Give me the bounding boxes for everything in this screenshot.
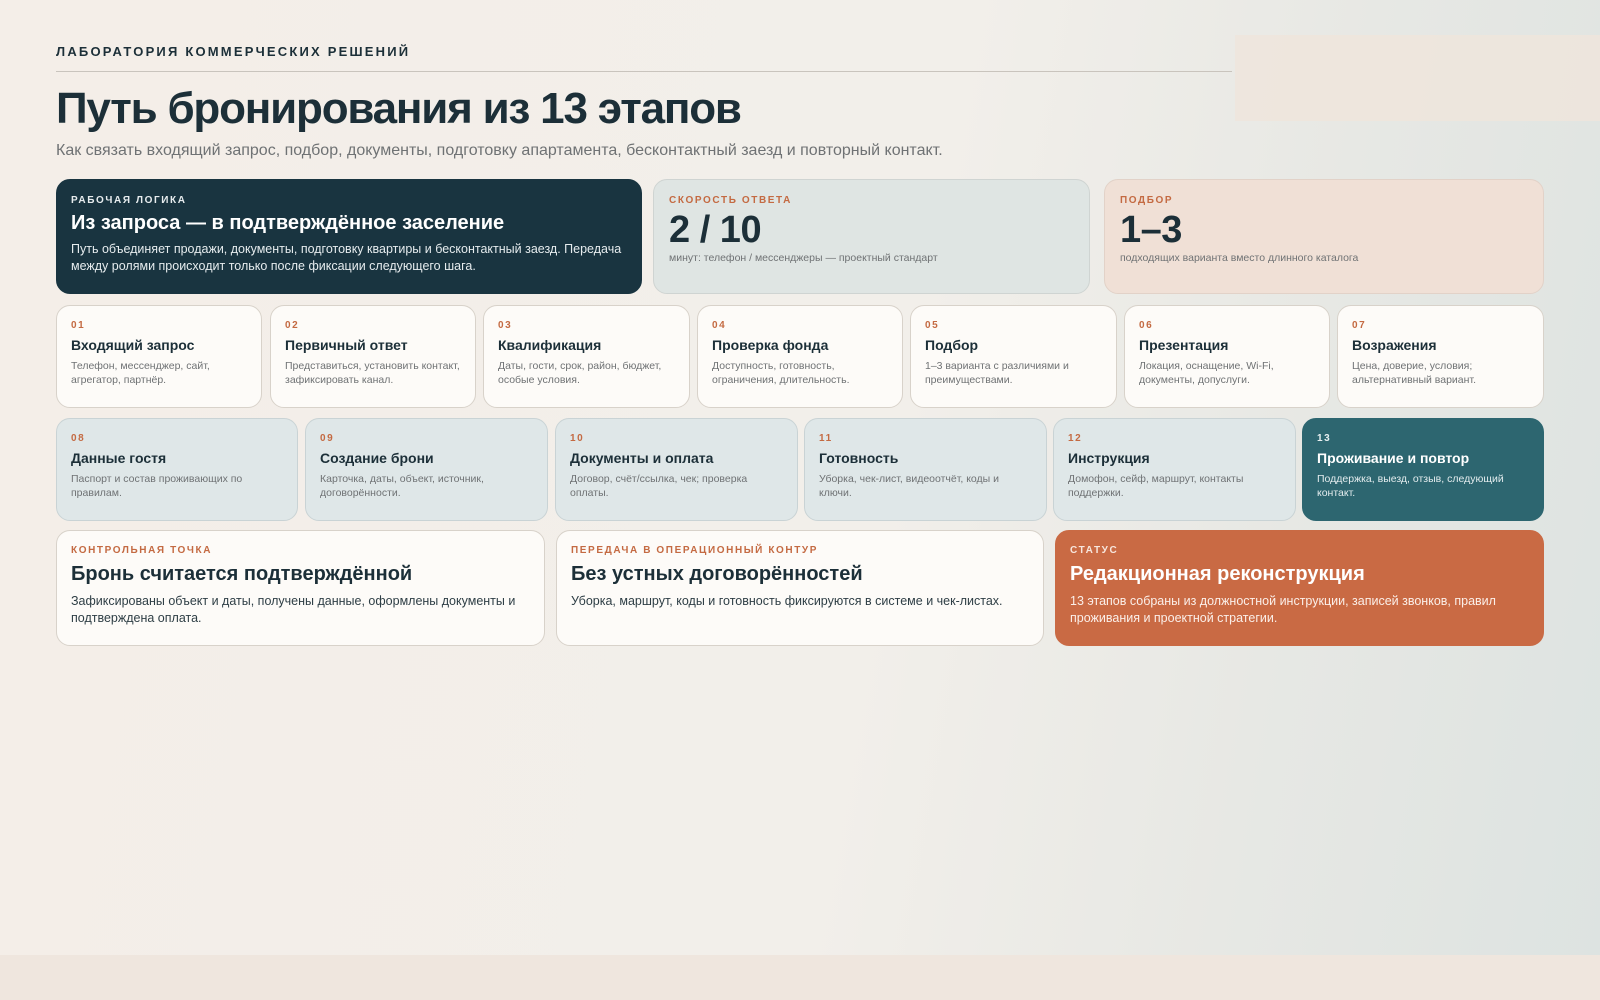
step-title: Первичный ответ	[285, 337, 408, 353]
handover-text: Уборка, маршрут, коды и готовность фикси…	[571, 594, 1003, 608]
step-text: Поддержка, выезд, отзыв, следующий конта…	[1317, 473, 1504, 499]
step-title: Документы и оплата	[570, 450, 714, 466]
step-title: Проверка фонда	[712, 337, 829, 353]
step-number: 11	[819, 433, 833, 444]
stat-caption: минут: телефон / мессенджеры — проектный…	[669, 252, 938, 264]
step-text: Представиться, установить контакт, зафик…	[285, 360, 460, 386]
step-number: 12	[1068, 433, 1083, 444]
step-text: Карточка, даты, объект, источник, догово…	[320, 473, 484, 499]
checkpoint-heading: Бронь считается подтверждённой	[71, 563, 413, 585]
step-title: Данные гостя	[71, 450, 167, 466]
stat-value: 2 / 10	[669, 209, 762, 251]
step-card: 05 Подбор 1–3 варианта с различиями и пр…	[910, 305, 1117, 408]
step-text: 1–3 варианта с различиями и преимущества…	[925, 360, 1069, 386]
checkpoint-text: Зафиксированы объект и даты, получены да…	[71, 594, 516, 625]
step-card: 02 Первичный ответ Представиться, устано…	[270, 305, 476, 408]
step-card: 09 Создание брони Карточка, даты, объект…	[305, 418, 548, 521]
step-card: 03 Квалификация Даты, гости, срок, район…	[483, 305, 690, 408]
stat-caption: подходящих варианта вместо длинного ката…	[1120, 252, 1359, 264]
page-title: Путь бронирования из 13 этапов	[56, 84, 742, 133]
stat-value: 1–3	[1120, 209, 1182, 251]
checkpoint-label: КОНТРОЛЬНАЯ ТОЧКА	[71, 545, 213, 556]
step-title: Подбор	[925, 337, 979, 353]
handover-card: ПЕРЕДАЧА В ОПЕРАЦИОННЫЙ КОНТУР Без устны…	[556, 530, 1044, 646]
status-card: СТАТУС Редакционная реконструкция 13 эта…	[1055, 530, 1544, 646]
step-number: 01	[71, 320, 86, 331]
step-number: 13	[1317, 433, 1332, 444]
step-title: Входящий запрос	[71, 337, 195, 353]
step-text: Доступность, готовность, ограничения, дл…	[712, 360, 850, 386]
step-text: Паспорт и состав проживающих по правилам…	[71, 473, 243, 499]
step-card: 08 Данные гостя Паспорт и состав прожива…	[56, 418, 298, 521]
step-card: 12 Инструкция Домофон, сейф, маршрут, ко…	[1053, 418, 1296, 521]
step-number: 04	[712, 320, 727, 331]
status-label: СТАТУС	[1070, 545, 1119, 556]
handover-heading: Без устных договорённостей	[571, 563, 863, 585]
step-title: Презентация	[1139, 337, 1229, 353]
slide: ЛАБОРАТОРИЯ КОММЕРЧЕСКИХ РЕШЕНИЙ Путь бр…	[56, 0, 1544, 955]
step-title: Возражения	[1352, 337, 1437, 353]
step-text: Домофон, сейф, маршрут, контакты поддерж…	[1068, 473, 1244, 499]
bottom-band	[0, 955, 1600, 1000]
step-title: Создание брони	[320, 450, 434, 466]
step-text: Цена, доверие, условия; альтернативный в…	[1352, 360, 1476, 386]
hero-text: Путь объединяет продажи, документы, подг…	[71, 242, 622, 273]
status-text: 13 этапов собраны из должностной инструк…	[1070, 594, 1496, 625]
step-card: 11 Готовность Уборка, чек-лист, видеоотч…	[804, 418, 1047, 521]
stat-label: ПОДБОР	[1120, 195, 1174, 206]
step-number: 06	[1139, 320, 1154, 331]
status-heading: Редакционная реконструкция	[1070, 563, 1365, 585]
handover-label: ПЕРЕДАЧА В ОПЕРАЦИОННЫЙ КОНТУР	[571, 545, 819, 556]
step-text: Телефон, мессенджер, сайт, агрегатор, па…	[71, 360, 210, 386]
checkpoint-card: КОНТРОЛЬНАЯ ТОЧКА Бронь считается подтве…	[56, 530, 545, 646]
stat-label: СКОРОСТЬ ОТВЕТА	[669, 195, 792, 206]
step-card: 04 Проверка фонда Доступность, готовност…	[697, 305, 903, 408]
step-number: 05	[925, 320, 940, 331]
step-card: 01 Входящий запрос Телефон, мессенджер, …	[56, 305, 262, 408]
step-number: 03	[498, 320, 513, 331]
step-text: Договор, счёт/ссылка, чек; проверка опла…	[570, 473, 748, 499]
eyebrow: ЛАБОРАТОРИЯ КОММЕРЧЕСКИХ РЕШЕНИЙ	[56, 44, 411, 59]
step-title: Инструкция	[1068, 450, 1150, 466]
stat-card-response: СКОРОСТЬ ОТВЕТА 2 / 10 минут: телефон / …	[653, 179, 1090, 294]
hero-card: РАБОЧАЯ ЛОГИКА Из запроса — в подтверждё…	[56, 179, 642, 294]
step-text: Локация, оснащение, Wi-Fi, документы, до…	[1139, 360, 1274, 386]
step-title: Квалификация	[498, 337, 602, 353]
step-number: 09	[320, 433, 335, 444]
step-card: 07 Возражения Цена, доверие, условия; ал…	[1337, 305, 1544, 408]
stat-card-selection: ПОДБОР 1–3 подходящих варианта вместо дл…	[1104, 179, 1544, 294]
step-number: 02	[285, 320, 300, 331]
step-card-final: 13 Проживание и повтор Поддержка, выезд,…	[1302, 418, 1544, 521]
step-title: Проживание и повтор	[1317, 450, 1470, 466]
step-card: 06 Презентация Локация, оснащение, Wi-Fi…	[1124, 305, 1330, 408]
page-subtitle: Как связать входящий запрос, подбор, док…	[56, 142, 943, 159]
hero-heading: Из запроса — в подтверждённое заселение	[71, 212, 505, 234]
step-number: 10	[570, 433, 585, 444]
header-divider	[56, 71, 1232, 72]
step-number: 07	[1352, 320, 1367, 331]
step-text: Даты, гости, срок, район, бюджет, особые…	[498, 360, 662, 386]
step-card: 10 Документы и оплата Договор, счёт/ссыл…	[555, 418, 798, 521]
hero-label: РАБОЧАЯ ЛОГИКА	[71, 195, 187, 206]
step-title: Готовность	[819, 450, 899, 466]
step-text: Уборка, чек-лист, видеоотчёт, коды и клю…	[819, 473, 999, 499]
step-number: 08	[71, 433, 86, 444]
